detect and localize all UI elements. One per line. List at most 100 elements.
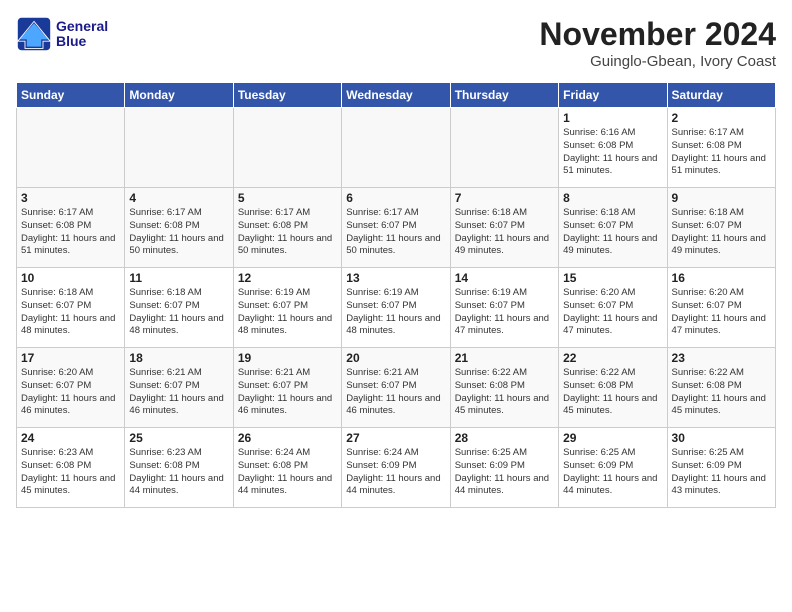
day-info: Sunrise: 6:25 AM Sunset: 6:09 PM Dayligh… — [455, 447, 554, 498]
day-number: 20 — [346, 351, 445, 365]
day-info: Sunrise: 6:24 AM Sunset: 6:08 PM Dayligh… — [238, 447, 337, 498]
day-info: Sunrise: 6:17 AM Sunset: 6:08 PM Dayligh… — [129, 207, 228, 258]
day-number: 25 — [129, 431, 228, 445]
calendar-cell: 30Sunrise: 6:25 AM Sunset: 6:09 PM Dayli… — [667, 428, 775, 508]
weekday-header: Friday — [559, 83, 667, 108]
calendar-cell: 28 Sunrise: 6:25 AM Sunset: 6:09 PM Dayli… — [450, 428, 558, 508]
month-title: November 2024 — [539, 16, 776, 53]
calendar-cell: 8Sunrise: 6:18 AM Sunset: 6:07 PM Daylig… — [559, 188, 667, 268]
calendar-cell: 21 Sunrise: 6:22 AM Sunset: 6:08 PM Dayli… — [450, 348, 558, 428]
calendar-cell: 15 Sunrise: 6:20 AM Sunset: 6:07 PM Dayli… — [559, 268, 667, 348]
weekday-header: Saturday — [667, 83, 775, 108]
calendar-cell: 11 Sunrise: 6:18 AM Sunset: 6:07 PM Dayli… — [125, 268, 233, 348]
day-info: Sunrise: 6:20 AM Sunset: 6:07 PM Dayligh… — [672, 287, 771, 338]
day-number: 14 — [455, 271, 554, 285]
day-info: Sunrise: 6:24 AM Sunset: 6:09 PM Dayligh… — [346, 447, 445, 498]
calendar-week-row: 17 Sunrise: 6:20 AM Sunset: 6:07 PM Dayli… — [17, 348, 776, 428]
calendar-table: SundayMondayTuesdayWednesdayThursdayFrid… — [16, 82, 776, 508]
calendar-body: 1Sunrise: 6:16 AM Sunset: 6:08 PM Daylig… — [17, 108, 776, 508]
day-info: Sunrise: 6:19 AM Sunset: 6:07 PM Dayligh… — [238, 287, 337, 338]
day-number: 12 — [238, 271, 337, 285]
day-info: Sunrise: 6:17 AM Sunset: 6:07 PM Dayligh… — [346, 207, 445, 258]
day-number: 16 — [672, 271, 771, 285]
calendar-cell: 5 Sunrise: 6:17 AM Sunset: 6:08 PM Daylig… — [233, 188, 341, 268]
day-info: Sunrise: 6:16 AM Sunset: 6:08 PM Dayligh… — [563, 127, 662, 178]
calendar-cell: 17 Sunrise: 6:20 AM Sunset: 6:07 PM Dayli… — [17, 348, 125, 428]
day-number: 10 — [21, 271, 120, 285]
calendar-cell: 2 Sunrise: 6:17 AM Sunset: 6:08 PM Daylig… — [667, 108, 775, 188]
calendar-cell: 1Sunrise: 6:16 AM Sunset: 6:08 PM Daylig… — [559, 108, 667, 188]
calendar-cell: 23Sunrise: 6:22 AM Sunset: 6:08 PM Dayli… — [667, 348, 775, 428]
calendar-cell: 16 Sunrise: 6:20 AM Sunset: 6:07 PM Dayli… — [667, 268, 775, 348]
calendar-cell — [233, 108, 341, 188]
logo-line1: General — [56, 19, 108, 34]
calendar-cell: 22 Sunrise: 6:22 AM Sunset: 6:08 PM Dayli… — [559, 348, 667, 428]
day-info: Sunrise: 6:20 AM Sunset: 6:07 PM Dayligh… — [563, 287, 662, 338]
weekday-header: Wednesday — [342, 83, 450, 108]
logo-line2: Blue — [56, 34, 108, 49]
day-info: Sunrise: 6:18 AM Sunset: 6:07 PM Dayligh… — [129, 287, 228, 338]
calendar-cell: 4 Sunrise: 6:17 AM Sunset: 6:08 PM Daylig… — [125, 188, 233, 268]
calendar-cell: 26Sunrise: 6:24 AM Sunset: 6:08 PM Dayli… — [233, 428, 341, 508]
day-number: 19 — [238, 351, 337, 365]
day-number: 24 — [21, 431, 120, 445]
day-number: 17 — [21, 351, 120, 365]
day-number: 27 — [346, 431, 445, 445]
day-info: Sunrise: 6:18 AM Sunset: 6:07 PM Dayligh… — [563, 207, 662, 258]
day-info: Sunrise: 6:22 AM Sunset: 6:08 PM Dayligh… — [563, 367, 662, 418]
day-number: 7 — [455, 191, 554, 205]
day-info: Sunrise: 6:17 AM Sunset: 6:08 PM Dayligh… — [672, 127, 771, 178]
calendar-cell: 12 Sunrise: 6:19 AM Sunset: 6:07 PM Dayli… — [233, 268, 341, 348]
calendar-week-row: 3 Sunrise: 6:17 AM Sunset: 6:08 PM Daylig… — [17, 188, 776, 268]
day-info: Sunrise: 6:19 AM Sunset: 6:07 PM Dayligh… — [455, 287, 554, 338]
calendar-cell: 6 Sunrise: 6:17 AM Sunset: 6:07 PM Daylig… — [342, 188, 450, 268]
day-info: Sunrise: 6:23 AM Sunset: 6:08 PM Dayligh… — [21, 447, 120, 498]
title-area: November 2024 Guinglo-Gbean, Ivory Coast — [539, 16, 776, 70]
header-row: SundayMondayTuesdayWednesdayThursdayFrid… — [17, 83, 776, 108]
day-info: Sunrise: 6:17 AM Sunset: 6:08 PM Dayligh… — [238, 207, 337, 258]
day-number: 6 — [346, 191, 445, 205]
weekday-header: Tuesday — [233, 83, 341, 108]
day-info: Sunrise: 6:17 AM Sunset: 6:08 PM Dayligh… — [21, 207, 120, 258]
day-info: Sunrise: 6:22 AM Sunset: 6:08 PM Dayligh… — [455, 367, 554, 418]
day-info: Sunrise: 6:25 AM Sunset: 6:09 PM Dayligh… — [563, 447, 662, 498]
day-number: 28 — [455, 431, 554, 445]
day-info: Sunrise: 6:23 AM Sunset: 6:08 PM Dayligh… — [129, 447, 228, 498]
day-number: 15 — [563, 271, 662, 285]
day-info: Sunrise: 6:18 AM Sunset: 6:07 PM Dayligh… — [21, 287, 120, 338]
calendar-cell — [125, 108, 233, 188]
day-number: 3 — [21, 191, 120, 205]
header: General Blue November 2024 Guinglo-Gbean… — [16, 16, 776, 70]
calendar-cell: 14 Sunrise: 6:19 AM Sunset: 6:07 PM Dayli… — [450, 268, 558, 348]
calendar-cell: 3 Sunrise: 6:17 AM Sunset: 6:08 PM Daylig… — [17, 188, 125, 268]
weekday-header: Monday — [125, 83, 233, 108]
day-number: 21 — [455, 351, 554, 365]
calendar-cell — [450, 108, 558, 188]
day-number: 22 — [563, 351, 662, 365]
day-number: 13 — [346, 271, 445, 285]
day-info: Sunrise: 6:20 AM Sunset: 6:07 PM Dayligh… — [21, 367, 120, 418]
calendar-week-row: 1Sunrise: 6:16 AM Sunset: 6:08 PM Daylig… — [17, 108, 776, 188]
calendar-cell: 18 Sunrise: 6:21 AM Sunset: 6:07 PM Dayli… — [125, 348, 233, 428]
day-info: Sunrise: 6:18 AM Sunset: 6:07 PM Dayligh… — [672, 207, 771, 258]
day-number: 5 — [238, 191, 337, 205]
calendar-cell — [17, 108, 125, 188]
calendar-cell: 19 Sunrise: 6:21 AM Sunset: 6:07 PM Dayli… — [233, 348, 341, 428]
calendar-cell: 20Sunrise: 6:21 AM Sunset: 6:07 PM Dayli… — [342, 348, 450, 428]
weekday-header: Sunday — [17, 83, 125, 108]
day-number: 4 — [129, 191, 228, 205]
day-info: Sunrise: 6:21 AM Sunset: 6:07 PM Dayligh… — [238, 367, 337, 418]
day-number: 9 — [672, 191, 771, 205]
day-number: 11 — [129, 271, 228, 285]
location-title: Guinglo-Gbean, Ivory Coast — [539, 53, 776, 70]
day-info: Sunrise: 6:18 AM Sunset: 6:07 PM Dayligh… — [455, 207, 554, 258]
day-number: 18 — [129, 351, 228, 365]
logo: General Blue — [16, 16, 108, 52]
calendar-cell: 9 Sunrise: 6:18 AM Sunset: 6:07 PM Daylig… — [667, 188, 775, 268]
day-info: Sunrise: 6:22 AM Sunset: 6:08 PM Dayligh… — [672, 367, 771, 418]
calendar-header: SundayMondayTuesdayWednesdayThursdayFrid… — [17, 83, 776, 108]
calendar-week-row: 24 Sunrise: 6:23 AM Sunset: 6:08 PM Dayli… — [17, 428, 776, 508]
calendar-cell: 10 Sunrise: 6:18 AM Sunset: 6:07 PM Dayli… — [17, 268, 125, 348]
day-number: 2 — [672, 111, 771, 125]
day-info: Sunrise: 6:21 AM Sunset: 6:07 PM Dayligh… — [129, 367, 228, 418]
